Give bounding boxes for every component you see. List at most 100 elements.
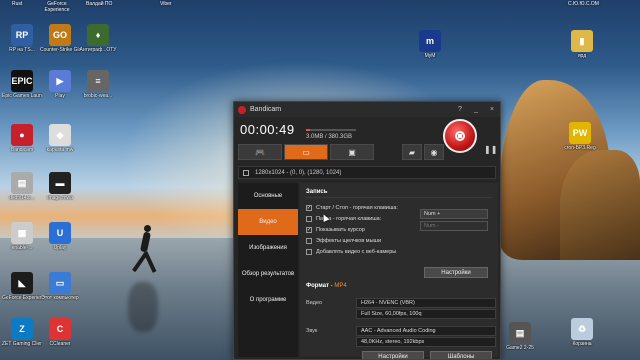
tab-output[interactable]: Обзор результатов [238,261,298,287]
app-icon: ▭ [49,272,71,294]
desktop-icon[interactable]: ▭ Этот компьютер [40,272,80,301]
screen-mode-icon[interactable]: ▭ [284,144,328,160]
video-codec: H264 - NVENC (VBR) [356,298,496,308]
runner-reflection [128,282,158,332]
recording-timer: 00:00:49 [240,122,295,137]
bandicam-logo-icon [238,105,246,114]
desktop-icon[interactable]: ≡ brobic-wea... [78,70,118,99]
top-label[interactable]: GeForce Experience [40,1,74,13]
desktop-icon[interactable]: ◣GeForce Experience [2,272,42,301]
runner-silhouette [132,225,158,277]
region-checkbox[interactable] [243,169,249,176]
desktop-icon[interactable]: ▦ enable-... [2,222,42,251]
tab-images[interactable]: Изображения [238,235,298,261]
desktop-icon[interactable]: GOCounter-Strike Global Offe... [40,24,80,53]
settings-sidebar: Основные Видео Изображения Обзор результ… [238,183,298,357]
close-button[interactable]: × [484,106,500,113]
desktop-icon[interactable]: ▮ ярд [562,30,602,59]
option-label: Старт / Стоп - горячая клавиша: [316,204,398,211]
app-icon: ◣ [11,272,33,294]
desktop-icon[interactable]: m MyM [410,30,450,59]
option-checkbox[interactable] [306,248,312,255]
desktop-icon-label: Epic Games Launcher [2,93,42,99]
option-checkbox[interactable]: ✓ [306,226,312,233]
game-mode-icon[interactable]: 🎮 [238,144,282,160]
desktop-icon[interactable]: U Uplay [40,222,80,251]
presets-button[interactable]: Шаблоны [430,351,492,359]
video-settings-panel: Запись ✓ Старт / Стоп - горячая клавиша: П… [300,183,498,359]
desktop-icon[interactable]: PW cron-БРЗ.Reg [560,122,600,151]
desktop-icon-label: Bandicam [10,147,34,153]
region-text: 1280x1024 - (0, 0), (1280, 1024) [255,169,342,176]
desktop-icon[interactable]: ◆ kapusta.mw [40,124,80,153]
desktop-icon-label: brobic-wea... [83,93,113,99]
desktop-icon-label: ZET Gaming Client [2,341,42,347]
option-row[interactable]: Эффекты щелчков мыши [306,235,492,246]
desktop-icon-label: Play [55,93,65,99]
toolbar-icons: ▰ ◉ [402,144,444,160]
option-checkbox[interactable] [306,215,312,222]
option-label: Показывать курсор [316,226,365,233]
desktop-icon-label: GeForce Experience [2,295,42,301]
option-label: Эффекты щелчков мыши [316,237,382,244]
desktop-icon-label: Uplay [53,245,67,251]
capture-modes: 🎮 ▭ ▣ [238,144,374,162]
desktop-icon-label: Game2 2-25 [506,345,534,351]
option-row[interactable]: Добавлять видео с веб-камеры [306,246,492,257]
desktop-icon-label: cron-БРЗ.Reg [564,145,596,151]
option-checkbox[interactable]: ✓ [306,204,312,211]
app-icon: ▶ [49,70,71,92]
tab-about[interactable]: О программе [238,287,298,313]
app-icon: ▦ [11,222,33,244]
record-stop-button[interactable] [443,119,477,153]
desktop-icon-label: Image.mwa [47,195,73,201]
desktop-icon[interactable]: Z ZET Gaming Client [2,318,42,347]
desktop-icon[interactable]: ▤ dkdfx14.c... [2,172,42,201]
top-label[interactable]: С.Ю.Ю.С.ОМ [568,1,599,7]
record-settings-button[interactable]: Настройки [424,267,488,278]
tab-general[interactable]: Основные [238,183,298,209]
option-checkbox[interactable] [306,237,312,244]
desktop-icon[interactable]: ▬ Image.mwa [40,172,80,201]
desktop-icon[interactable]: RP RP на TS... [2,24,42,53]
app-icon: GO [49,24,71,46]
top-label[interactable]: Rust [12,1,22,7]
desktop-icon[interactable]: ♻ Корзина [562,318,602,347]
app-icon: U [49,222,71,244]
pause-icon[interactable]: ❚❚ [484,145,497,155]
app-icon: ● [11,124,33,146]
title-bar[interactable]: Bandicam ? _ × [234,102,500,117]
tab-video[interactable]: Видео [238,209,298,235]
app-icon: ≡ [87,70,109,92]
bandicam-window[interactable]: Bandicam ? _ × 00:00:49 3.0MB / 380.3GB … [233,101,501,360]
app-icon: ▮ [571,30,593,52]
desktop-icon[interactable]: C CCleaner [40,318,80,347]
region-bar[interactable]: 1280x1024 - (0, 0), (1280, 1024) [238,166,496,179]
app-icon: EPIC [11,70,33,92]
device-mode-icon[interactable]: ▣ [330,144,374,160]
desktop-icon[interactable]: EPICEpic Games Launcher [2,70,42,99]
desktop-icon[interactable]: ▶ Play [40,70,80,99]
format-settings-button[interactable]: Настройки [362,351,424,359]
camera-icon[interactable]: ◉ [424,144,444,160]
hotkey-start-field[interactable]: Num + [420,209,488,219]
video-quality: Full Size, 60,00fps, 100q [356,309,496,319]
hotkey-pause-field[interactable]: Num - [420,221,488,231]
folder-icon[interactable]: ▰ [402,144,422,160]
app-icon: m [419,30,441,52]
app-icon: ◆ [49,124,71,146]
rock-formation-lower [560,150,640,260]
desktop-icon-label: kapusta.mw [46,147,74,153]
audio-quality: 48,0KHz, stereo, 192kbps [356,337,496,347]
audio-codec: AAC - Advanced Audio Coding [356,326,496,336]
top-label[interactable]: Валдай ПО [86,1,112,7]
desktop-icon[interactable]: ● Bandicam [2,124,42,153]
top-icon-labels: Rust GeForce Experience Viber Валдай ПО … [0,0,640,18]
window-title: Bandicam [250,106,282,113]
desktop-icon[interactable]: ▤ Game2 2-25 [500,322,540,351]
desktop-icon[interactable]: ♦ Антиграф...ОТУ [78,24,118,53]
top-label[interactable]: Viber [160,1,172,7]
help-button[interactable]: ? [452,106,468,113]
app-icon: ♦ [87,24,109,46]
minimize-button[interactable]: _ [468,106,484,113]
